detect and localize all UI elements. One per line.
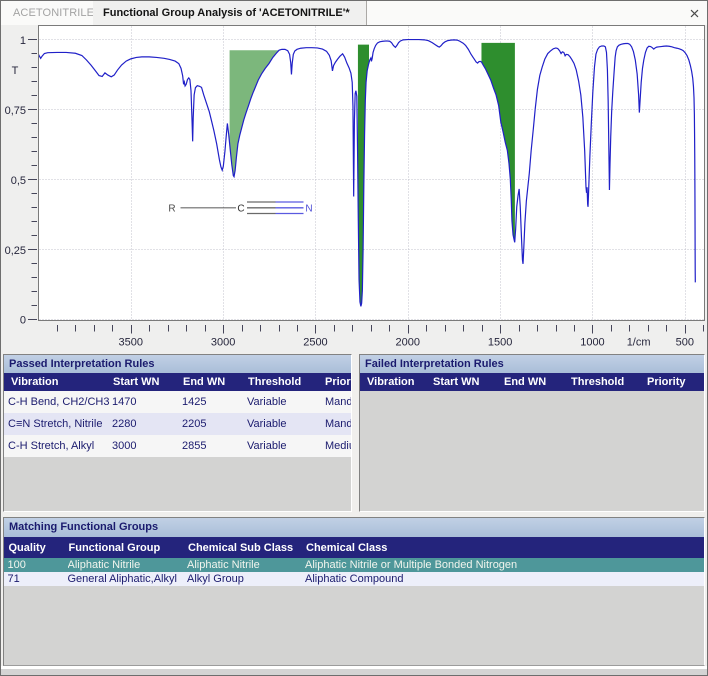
matching-groups-header-row: QualityFunctional GroupChemical Sub Clas… [4,537,704,558]
spectrum-panel: 3500 3000 2500 2000 1500 1000 500 1/cm 0 0,25 0,5 0… [1,25,707,352]
matching-groups-panel: Matching Functional Groups QualityFuncti… [3,517,705,666]
table-row[interactable]: C-H Stretch, Alkyl30002855VariableMedium [4,435,351,457]
x-tick-label: 3500 [119,337,143,349]
atom-label-r: R [168,204,175,215]
y-tick-label: 0,75 [5,105,26,117]
y-tick-label: 0,5 [11,175,26,187]
table-cell: Medium [325,435,351,457]
tab-separator [366,1,367,25]
tab-acetonitrile[interactable]: ACETONITRILE [1,1,94,25]
x-tick-label: 3000 [211,337,235,349]
x-tick-label: 2500 [303,337,327,349]
table-row[interactable]: 100Aliphatic NitrileAliphatic NitrileAli… [4,558,704,572]
table-cell: Aliphatic Compound [305,572,704,586]
passed-rules-body: C-H Bend, CH2/CH314701425VariableMandato… [4,391,351,457]
y-axis-title: T [12,65,19,77]
app-window: ACETONITRILE Functional Group Analysis o… [0,0,708,676]
passed-rules-header-row: VibrationStart WNEnd WNThresholdPriority [4,373,351,391]
table-cell: Mandatory [325,391,351,413]
failed-rules-header-row: VibrationStart WNEnd WNThresholdPriority [360,373,704,391]
table-cell: Mandatory [325,413,351,435]
bottom-margin [1,669,707,675]
y-tick-label: 1 [20,35,26,47]
tab-functional-group-analysis[interactable]: Functional Group Analysis of 'ACETONITRI… [93,1,367,25]
atom-label-n: N [305,204,312,215]
passed-rules-title: Passed Interpretation Rules [4,355,351,373]
x-axis-unit-label: 1/cm [627,337,651,349]
x-tick-label: 2000 [396,337,420,349]
passed-rules-panel: Passed Interpretation Rules VibrationSta… [3,354,352,512]
table-row[interactable]: C≡N Stretch, Nitrile22802205VariableMand… [4,413,351,435]
x-tick-label: 1000 [580,337,604,349]
column-header-chemical-class[interactable]: Chemical Class [306,537,704,558]
matching-groups-title: Matching Functional Groups [4,518,704,537]
column-header-priority[interactable]: Priority [325,373,351,391]
x-tick-label: 500 [676,337,694,349]
column-header-priority[interactable]: Priority [647,373,704,391]
plot-area [39,26,705,321]
tab-bar: ACETONITRILE Functional Group Analysis o… [1,1,707,25]
x-tick-label: 1500 [488,337,512,349]
atom-label-c: C [237,204,244,215]
failed-rules-title: Failed Interpretation Rules [360,355,704,373]
y-tick-label: 0 [20,315,26,327]
table-row[interactable]: 71General Aliphatic,AlkylAlkyl GroupAlip… [4,572,704,586]
y-tick-label: 0,25 [5,245,26,257]
table-row[interactable]: C-H Bend, CH2/CH314701425VariableMandato… [4,391,351,413]
matching-groups-body: 100Aliphatic NitrileAliphatic NitrileAli… [4,558,704,586]
table-cell: Aliphatic Nitrile or Multiple Bonded Nit… [305,558,704,572]
ir-spectrum-chart[interactable]: 3500 3000 2500 2000 1500 1000 500 1/cm 0 0,25 0,5 0… [1,25,707,352]
close-icon[interactable] [689,8,700,19]
failed-rules-panel: Failed Interpretation Rules VibrationSta… [359,354,705,512]
